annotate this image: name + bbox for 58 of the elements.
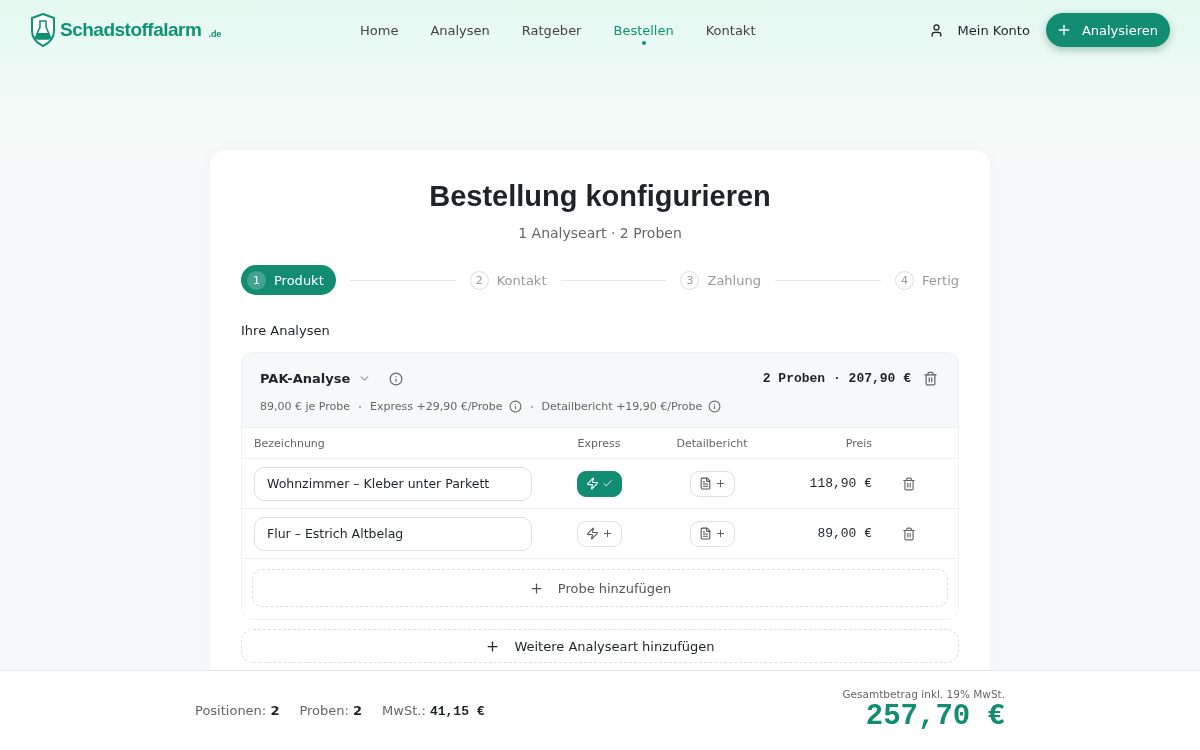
document-icon [698,527,712,540]
flask-shield-icon [30,13,56,47]
page-title: Bestellung konfigurieren [428,180,772,213]
report-toggle[interactable] [689,520,735,547]
nav-link[interactable]: Home [360,14,399,46]
info-icon[interactable] [508,400,522,413]
lightning-icon [585,527,599,540]
footer-stat: Positionen: 2 [195,703,280,718]
page-subtitle: 1 Analyseart · 2 Proben [517,225,683,241]
report-toggle[interactable] [689,470,735,497]
add-analysis-button[interactable]: Weitere Analyseart hinzufügen [241,629,959,663]
step-number: 4 [894,270,914,290]
step-number: 3 [680,270,700,290]
add-sample-button[interactable]: Probe hinzufügen [252,569,948,607]
plus-icon [528,580,544,596]
footer-stat: MwSt.: 41,15 € [382,702,485,719]
sample-price: 118,90 € [808,476,872,491]
footer-stat: Proben: 2 [299,703,363,718]
plus-icon [601,528,613,539]
step-tab[interactable]: 1 Produkt [241,265,336,295]
sample-name-field[interactable]: Wohnzimmer – Kleber unter Parkett [254,466,532,501]
nav-link[interactable]: Ratgeber [521,14,582,46]
express-toggle[interactable] [576,470,622,497]
nav-link[interactable]: Kontakt [705,14,756,46]
section-title: Ihre Analysen [241,323,331,338]
plus-icon [714,528,726,539]
total-label: Gesamtbetrag inkl. 19% MwSt. [842,688,1005,700]
analysis-name[interactable]: PAK-Analyse [260,371,351,386]
delete-button[interactable] [902,476,916,491]
column-header: Express [576,436,622,450]
account-link[interactable]: Mein Konto [928,22,1030,38]
sample-price: 89,00 € [816,526,872,541]
step-number: 1 [247,270,266,290]
plus-icon [714,478,726,489]
analyze-button[interactable]: Analysieren [1045,13,1170,47]
report-price: Detailbericht +19,90 €/Probe [541,400,703,413]
analysis-summary: 2 Proben · 207,90 € [762,371,911,386]
total-amount: 257,70 € [865,700,1005,733]
plus-icon [485,638,501,654]
column-header: Bezeichnung [254,436,326,450]
express-price: Express +29,90 €/Probe [370,400,503,413]
check-icon [601,478,613,489]
lightning-icon [585,477,599,490]
document-icon [698,477,712,490]
step-number: 2 [469,270,489,290]
nav-link[interactable]: Analysen [430,14,490,46]
nav-link[interactable]: Bestellen [613,14,674,46]
logo-text[interactable]: Schadstoffalarm [60,19,202,41]
user-icon [928,22,944,38]
column-header: Detailbericht [675,436,749,450]
info-icon[interactable] [708,400,722,413]
info-icon[interactable] [389,371,404,386]
logo-suffix: .de [208,29,222,39]
delete-icon[interactable] [923,371,938,386]
delete-button[interactable] [902,526,916,541]
sample-name-field[interactable]: Flur – Estrich Altbelag [254,516,532,551]
price-per-sample: 89,00 € je Probe [260,400,350,413]
column-header: Preis [844,436,872,450]
